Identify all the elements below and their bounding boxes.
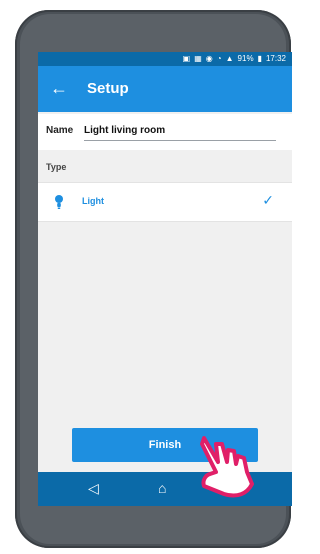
content-area bbox=[38, 222, 292, 426]
clock: 17:32 bbox=[265, 54, 286, 63]
hand-pointer-icon bbox=[200, 436, 254, 498]
sync-icon: ◉ bbox=[205, 54, 213, 63]
nav-home-icon[interactable]: ⌂ bbox=[158, 480, 166, 496]
back-arrow-icon[interactable]: ← bbox=[50, 78, 68, 98]
calendar-icon: ▦ bbox=[194, 54, 202, 63]
checkmark-icon: ✓ bbox=[262, 192, 274, 208]
type-option-light[interactable]: Light ✓ bbox=[38, 182, 292, 222]
bulb-icon bbox=[55, 195, 63, 209]
app-bar: ← Setup bbox=[38, 66, 292, 112]
signal-icon: ▲ bbox=[225, 54, 234, 63]
name-field-row: Name Light living room bbox=[38, 114, 292, 150]
type-option-label: Light bbox=[82, 196, 104, 206]
notification-icon: ▣ bbox=[182, 54, 191, 63]
wifi-icon: ◔ bbox=[216, 54, 222, 63]
status-icons: ▣ ▦ ◉ ◔ ▲ 91% ▮ 17:32 bbox=[183, 52, 286, 66]
name-input[interactable]: Light living room bbox=[84, 125, 165, 136]
type-label: Type bbox=[46, 162, 67, 172]
page-title: Setup bbox=[87, 80, 129, 97]
name-underline bbox=[84, 140, 276, 141]
nav-back-icon[interactable]: ◁ bbox=[88, 480, 99, 497]
battery-text: 91% bbox=[237, 54, 254, 63]
battery-icon: ▮ bbox=[257, 54, 262, 63]
status-bar: ▣ ▦ ◉ ◔ ▲ 91% ▮ 17:32 bbox=[38, 52, 292, 66]
type-section-header: Type bbox=[38, 150, 292, 180]
name-label: Name bbox=[46, 125, 74, 136]
